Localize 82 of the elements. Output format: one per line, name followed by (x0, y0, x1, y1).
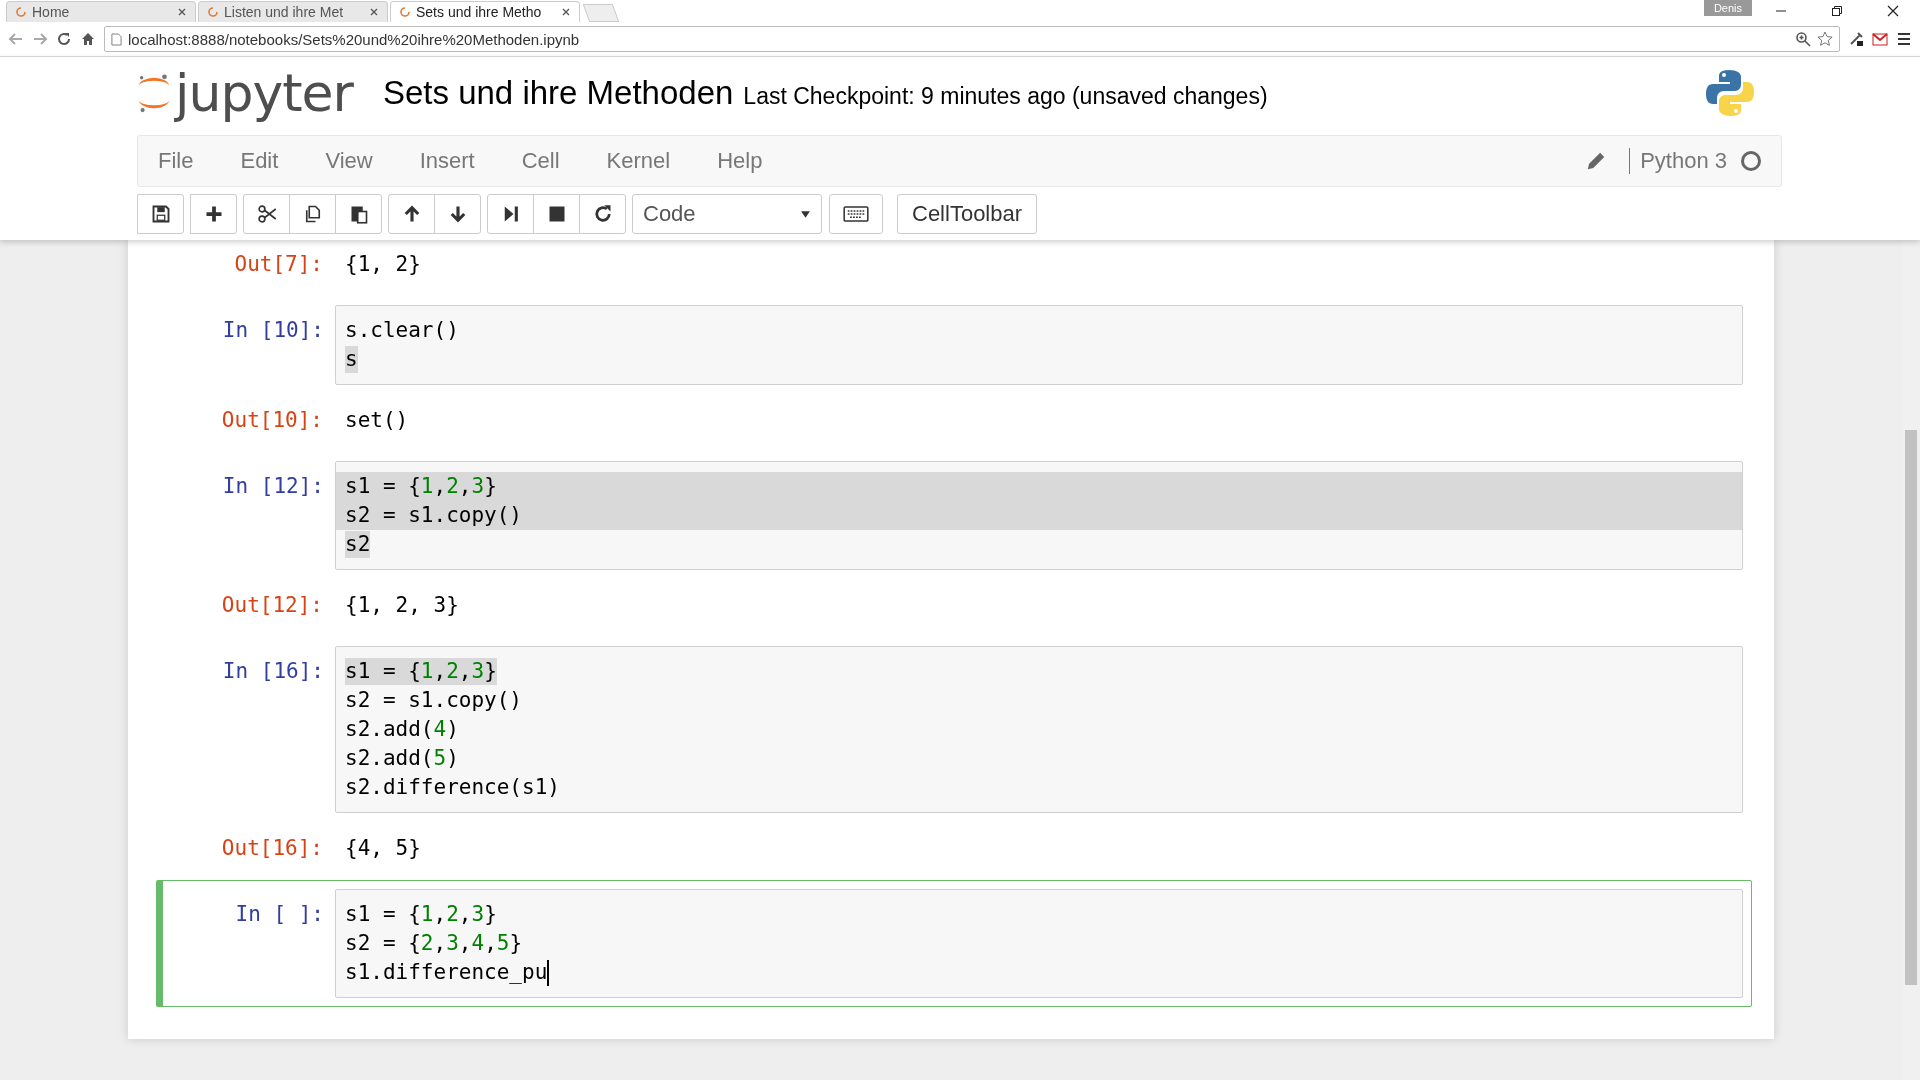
keyboard-icon (843, 205, 869, 223)
code-cell[interactable]: In [12]: s1 = {1,2,3} s2 = s1.copy() s2 (156, 452, 1752, 579)
menu-item[interactable]: Kernel (606, 148, 671, 174)
menu-icon[interactable] (1896, 31, 1912, 47)
code-line: s2 = s1.copy() (345, 687, 522, 714)
code-line: s2 = {2,3,4,5} (345, 930, 523, 957)
run-button[interactable] (487, 194, 534, 234)
browser-tab[interactable]: Listen und ihre Met (198, 1, 388, 22)
address-bar[interactable]: localhost:8888/notebooks/Sets%20und%20ihre%20Methoden.ipynb (104, 26, 1840, 52)
code-line: s1 = {1,2,3} (345, 901, 497, 928)
extension-icon[interactable] (1848, 31, 1864, 47)
code-line: s2.difference(s1) (345, 774, 560, 801)
tab-title: Sets und ihre Metho (416, 4, 543, 20)
output-prompt: Out[10]: (220, 408, 324, 432)
output-prompt: Out[7]: (233, 252, 324, 276)
input-prompt: In [ ]: (234, 901, 325, 926)
stop-button[interactable] (533, 194, 580, 234)
output-text: {4, 5} (344, 836, 421, 860)
move-down-button[interactable] (434, 194, 481, 234)
output-prompt: Out[12]: (220, 593, 324, 617)
menu-item[interactable]: Insert (419, 148, 475, 174)
browser-tab[interactable]: Sets und ihre Metho (390, 1, 580, 22)
loading-icon (399, 6, 411, 18)
menu-item[interactable]: Help (717, 148, 763, 174)
code-editor[interactable]: s1 = {1,2,3} s2 = s1.copy() s2 (335, 461, 1743, 570)
output-text: {1, 2} (344, 252, 421, 276)
checkpoint-status: Last Checkpoint: 9 minutes ago (unsaved changes) (743, 82, 1268, 110)
restart-icon (592, 204, 613, 224)
star-icon[interactable] (1817, 31, 1833, 47)
cell-toolbar-button[interactable]: CellToolbar (897, 194, 1038, 234)
loading-icon (207, 6, 219, 18)
output-prompt: Out[16]: (220, 836, 324, 860)
scissors-icon (256, 204, 277, 224)
code-line: s.clear() (345, 317, 459, 344)
menu-item[interactable]: Cell (521, 148, 560, 174)
input-prompt: In [10]: (221, 317, 325, 342)
code-cell[interactable]: In [ ]: s1 = {1,2,3} s2 = {2,3,4,5} s1.difference_pu (156, 880, 1752, 1007)
code-line: s2.add(5) (345, 745, 459, 772)
output-text: {1, 2, 3} (344, 593, 459, 617)
loading-icon (15, 6, 27, 18)
python-logo (1705, 68, 1755, 118)
zoom-icon[interactable] (1795, 31, 1811, 47)
tab-title: Home (32, 4, 71, 20)
menu-item[interactable]: View (325, 148, 373, 174)
move-up-button[interactable] (388, 194, 435, 234)
jupyter-logo[interactable]: jupyter (135, 60, 353, 126)
tab-title: Listen und ihre Met (224, 4, 345, 20)
close-icon[interactable] (1887, 5, 1899, 17)
copy-button[interactable] (289, 194, 336, 234)
close-icon[interactable] (369, 7, 379, 17)
close-icon[interactable] (561, 7, 571, 17)
paste-button[interactable] (335, 194, 382, 234)
restore-icon[interactable] (1831, 5, 1843, 17)
code-editor[interactable]: s.clear() s (335, 305, 1743, 385)
save-button[interactable] (137, 194, 184, 234)
caret-icon (800, 209, 811, 219)
code-line: s1.difference_pu (345, 959, 548, 986)
input-prompt: In [12]: (221, 473, 325, 498)
add-cell-button[interactable] (190, 194, 237, 234)
url-text: localhost:8888/notebooks/Sets%20und%20ihre%20Methoden.ipynb (128, 30, 580, 48)
output-text: set() (344, 408, 409, 432)
code-editor[interactable]: s1 = {1,2,3} s2 = s1.copy() s2.add(4) s2.add(5) s2.difference(s1) (335, 646, 1743, 813)
code-editor[interactable]: s1 = {1,2,3} s2 = {2,3,4,5} s1.difference_pu (335, 889, 1743, 998)
restart-button[interactable] (579, 194, 626, 234)
page-icon (111, 32, 122, 46)
code-cell[interactable]: In [16]: s1 = {1,2,3} s2 = s1.copy() s2.add(4) s2.add(5) s2.difference(s1) (156, 637, 1752, 822)
browser-tab[interactable]: Home (6, 1, 196, 22)
close-icon[interactable] (177, 7, 187, 17)
home-icon[interactable] (80, 31, 96, 47)
cell-type-dropdown[interactable]: Code (632, 194, 822, 234)
code-cell[interactable]: In [10]: s.clear() s (156, 296, 1752, 394)
keyboard-button[interactable] (829, 194, 883, 234)
notebook-title[interactable]: Sets und ihre Methoden (382, 74, 734, 112)
kernel-name: Python 3 (1629, 148, 1727, 174)
save-icon (150, 204, 171, 224)
cut-button[interactable] (243, 194, 290, 234)
menu-item[interactable]: File (158, 148, 194, 174)
mail-icon[interactable] (1872, 31, 1888, 47)
reload-icon[interactable] (56, 31, 72, 47)
input-prompt: In [16]: (221, 658, 325, 683)
code-line: s2.add(4) (345, 716, 459, 743)
menu-item[interactable]: Edit (240, 148, 279, 174)
